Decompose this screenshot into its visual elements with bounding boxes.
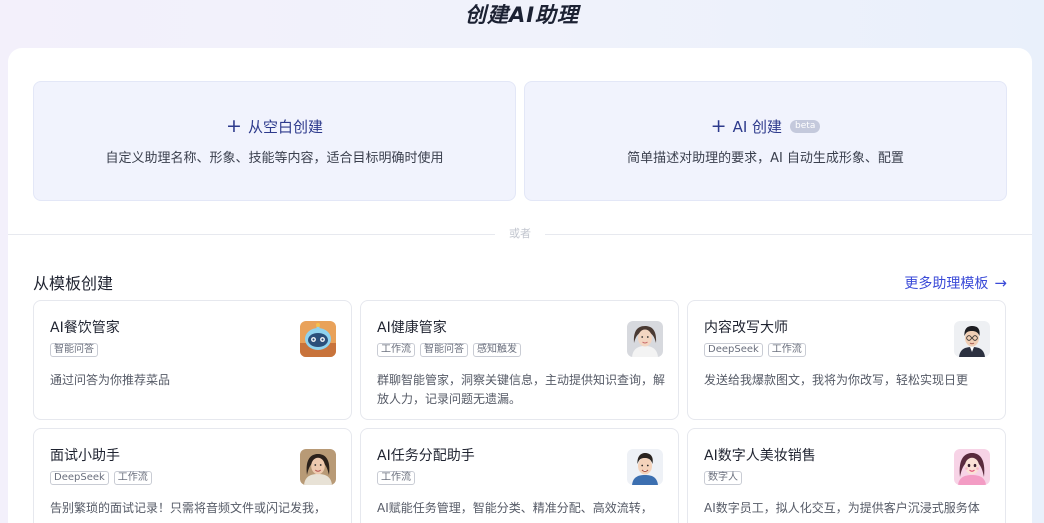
- template-desc: 通过问答为你推荐菜品: [50, 373, 171, 387]
- template-name: AI任务分配助手: [377, 448, 475, 464]
- more-templates-label: 更多助理模板: [904, 276, 989, 292]
- template-tag: 智能问答: [50, 343, 98, 357]
- template-tag: 工作流: [377, 343, 415, 357]
- template-tags: 工作流: [377, 471, 662, 485]
- template-tag: 工作流: [377, 471, 415, 485]
- man-glasses-avatar: [954, 321, 990, 357]
- template-card-interview-assistant[interactable]: 面试小助手 DeepSeek 工作流 告别繁琐的面试记录！只需将音频文件或闪记发…: [33, 428, 352, 523]
- template-card-food-steward[interactable]: AI餐饮管家 智能问答 通过问答为你推荐菜品: [33, 300, 352, 420]
- plus-icon: +: [710, 115, 727, 137]
- create-ai-desc: 简单描述对助理的要求，AI 自动生成形象、配置: [627, 151, 904, 166]
- template-name: 内容改写大师: [704, 320, 788, 336]
- create-blank-title-text: 从空白创建: [247, 118, 323, 136]
- template-tag: 工作流: [767, 343, 806, 357]
- template-tags: 智能问答: [50, 343, 335, 357]
- template-tags: 数字人: [704, 471, 989, 485]
- template-desc: 群聊智能管家，洞察关键信息，主动提供知识查询，解放人力，记录问题无遗漏。: [377, 373, 666, 406]
- template-tag: 感知触发: [473, 343, 521, 357]
- template-tag: DeepSeek: [50, 471, 109, 485]
- template-desc: 发送给我爆款图文，我将为你改写，轻松实现日更: [704, 373, 969, 387]
- create-panel: + 从空白创建 自定义助理名称、形象、技能等内容，适合目标明确时使用 + AI …: [8, 48, 1032, 523]
- arrow-right-icon: →: [994, 274, 1007, 292]
- woman-avatar: [627, 321, 663, 357]
- template-desc: AI数字员工，拟人化交互，为提供客户沉浸式服务体: [704, 501, 980, 515]
- template-card-digital-beauty-sales[interactable]: AI数字人美妆销售 数字人 AI数字员工，拟人化交互，为提供客户沉浸式服务体: [687, 428, 1006, 523]
- beta-badge: beta: [790, 120, 821, 133]
- template-name: AI餐饮管家: [50, 320, 120, 336]
- template-name: AI健康管家: [377, 320, 447, 336]
- create-ai-card[interactable]: + AI 创建 beta 简单描述对助理的要求，AI 自动生成形象、配置: [524, 81, 1007, 201]
- plus-icon: +: [226, 115, 242, 137]
- create-blank-card[interactable]: + 从空白创建 自定义助理名称、形象、技能等内容，适合目标明确时使用: [33, 81, 516, 201]
- template-tags: DeepSeek 工作流: [50, 471, 335, 485]
- template-tag: DeepSeek: [704, 343, 763, 357]
- template-tag: 智能问答: [420, 343, 468, 357]
- template-card-health-steward[interactable]: AI健康管家 工作流 智能问答 感知触发 群聊智能管家，洞察关键信息，主动提供知…: [360, 300, 679, 420]
- template-tag: 工作流: [113, 471, 152, 485]
- create-ai-title: + AI 创建 beta: [711, 116, 821, 137]
- template-card-content-rewriter[interactable]: 内容改写大师 DeepSeek 工作流 发送给我爆款图文，我将为你改写，轻松实现…: [687, 300, 1006, 420]
- template-name: AI数字人美妆销售: [704, 448, 816, 464]
- template-tags: DeepSeek 工作流: [704, 343, 989, 357]
- template-desc: AI赋能任务管理，智能分类、精准分配、高效流转，: [377, 501, 653, 515]
- create-blank-title: + 从空白创建: [226, 116, 323, 137]
- template-desc: 告别繁琐的面试记录！只需将音频文件或闪记发我，: [50, 501, 327, 515]
- man-avatar: [627, 449, 663, 485]
- robot-icon: [300, 321, 336, 357]
- template-name: 面试小助手: [50, 448, 120, 464]
- create-ai-title-text: AI 创建: [732, 118, 783, 136]
- template-tags: 工作流 智能问答 感知触发: [377, 343, 662, 357]
- woman-photo-avatar: [300, 449, 336, 485]
- template-tag: 数字人: [704, 471, 742, 485]
- create-blank-desc: 自定义助理名称、形象、技能等内容，适合目标明确时使用: [105, 151, 444, 166]
- divider-or-text: 或者: [495, 226, 545, 242]
- template-card-task-assignment[interactable]: AI任务分配助手 工作流 AI赋能任务管理，智能分类、精准分配、高效流转，: [360, 428, 679, 523]
- page-title: 创建AI助理: [464, 3, 580, 27]
- cartoon-girl-avatar: [954, 449, 990, 485]
- more-templates-link[interactable]: 更多助理模板 →: [904, 273, 1007, 293]
- template-section-title: 从模板创建: [33, 274, 114, 293]
